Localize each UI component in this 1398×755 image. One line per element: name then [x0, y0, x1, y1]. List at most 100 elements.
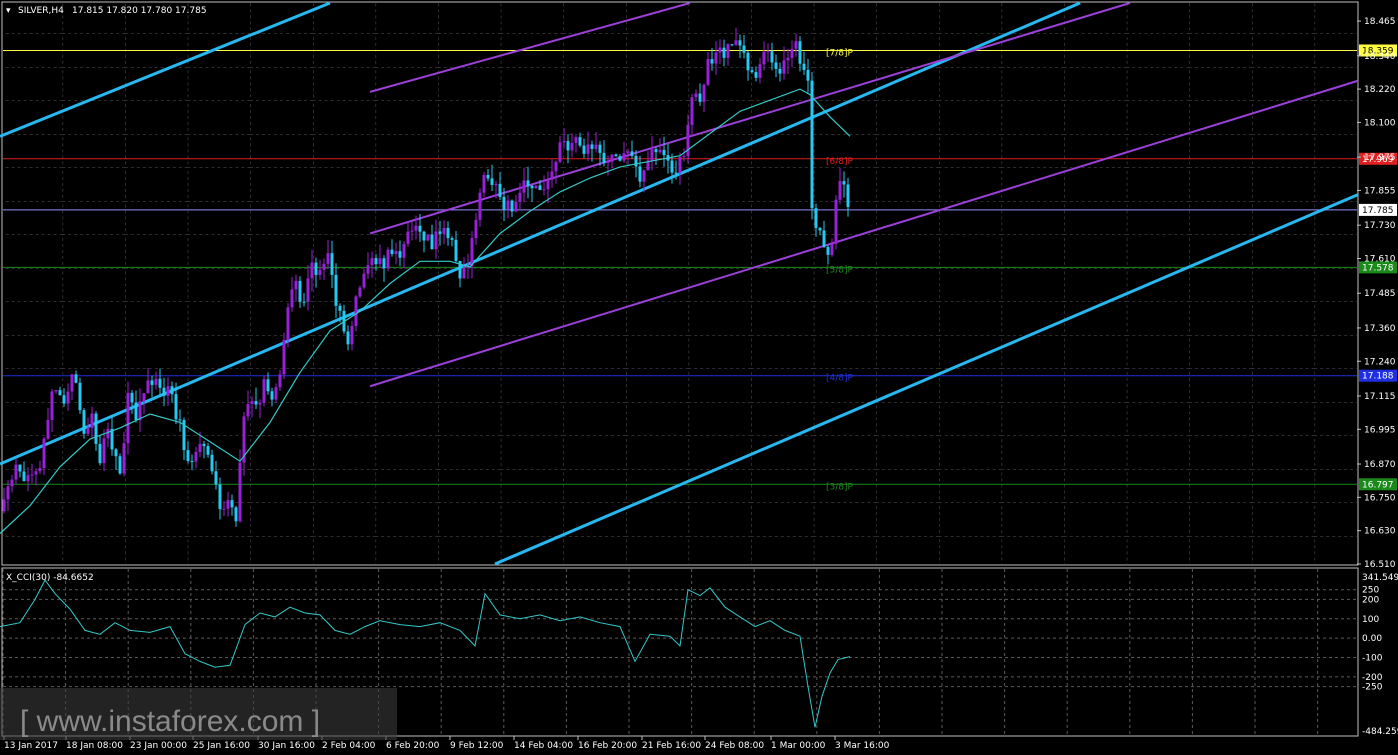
candle-body [638, 166, 642, 182]
candle-body [162, 387, 166, 396]
candle-body [778, 68, 782, 74]
candle-body [474, 219, 478, 239]
time-tick-label: 6 Feb 20:00 [386, 741, 440, 751]
candle-body [326, 253, 330, 264]
candle-body [454, 239, 458, 261]
indicator-tick-label: 250 [1362, 586, 1379, 596]
time-tick-label: 14 Feb 04:00 [514, 741, 573, 751]
current-price-label: 17.785 [1362, 206, 1394, 216]
candle-body [590, 144, 594, 149]
candle-body [346, 331, 350, 345]
candle-body [682, 155, 686, 158]
chart-window[interactable]: [7/8]P 18.359 [6/8]P 17.969 [5/8]P 17.578 [4/8… [0, 0, 1398, 755]
candle-body [522, 180, 526, 193]
candle-body [806, 69, 810, 81]
candle-body [630, 151, 634, 156]
price-tick-label: 16.510 [1364, 560, 1396, 570]
candle-body [538, 185, 542, 191]
time-tick-label: 25 Jan 16:00 [193, 741, 250, 751]
candle-body [690, 97, 694, 125]
candle-body [374, 258, 378, 265]
candle-body [130, 392, 134, 403]
candle-body [14, 464, 18, 480]
candle-body [266, 379, 270, 392]
candle-body [246, 404, 250, 417]
candle-body [634, 155, 638, 167]
candle-body [222, 508, 226, 510]
candle-body [450, 238, 454, 240]
candle-body [782, 60, 786, 74]
level-price-label: 17.578 [1362, 263, 1394, 273]
level-name: [6/8]P [826, 157, 854, 167]
candle-body [146, 380, 150, 394]
candle-body [226, 500, 230, 509]
candle-body [26, 475, 30, 482]
candle-body [586, 144, 590, 154]
candle-body [722, 47, 726, 58]
candle-body [610, 154, 614, 162]
candle-body [498, 183, 502, 197]
candle-body [622, 153, 626, 161]
ohlc-values: 17.815 17.820 17.780 17.785 [72, 6, 207, 16]
candle-body [502, 196, 506, 210]
candle-body [842, 181, 846, 185]
candle-body [426, 234, 430, 241]
candle-body [746, 52, 750, 71]
candle-body [94, 413, 98, 444]
candle-body [578, 137, 582, 146]
candle-body [378, 258, 382, 265]
candle-body [274, 387, 278, 400]
candle-body [186, 450, 190, 462]
candle-body [282, 340, 286, 375]
candle-body [366, 265, 370, 274]
indicator-tick-label: -200 [1362, 673, 1383, 683]
chart-canvas[interactable]: [7/8]P 18.359[6/8]P 17.969[5/8]P 17.578[4/8… [0, 0, 1398, 755]
candle-body [318, 269, 322, 275]
candle-body [826, 246, 830, 255]
time-tick-label: 23 Jan 00:00 [130, 741, 187, 751]
candle-body [546, 179, 550, 190]
candle-body [90, 413, 94, 428]
indicator-label: X_CCI(30) -84.6652 [6, 573, 94, 583]
candle-body [106, 428, 110, 439]
candle-body [38, 467, 42, 472]
indicator-tick-label: -250 [1362, 683, 1383, 693]
candle-body [726, 44, 730, 58]
price-tick-label: 17.485 [1364, 289, 1396, 299]
candle-body [254, 401, 258, 405]
candle-body [422, 231, 426, 241]
candle-body [370, 258, 374, 266]
time-tick-label: 30 Jan 16:00 [258, 741, 315, 751]
price-tick-label: 17.610 [1364, 255, 1396, 265]
time-tick-label: 9 Feb 12:00 [450, 741, 504, 751]
candle-body [330, 253, 334, 275]
price-tick-label: 17.855 [1364, 186, 1396, 196]
candle-body [74, 374, 78, 383]
candle-body [554, 161, 558, 172]
candle-body [190, 461, 194, 463]
candle-body [30, 474, 34, 476]
candle-body [794, 41, 798, 49]
candle-body [770, 51, 774, 63]
candle-body [298, 280, 302, 302]
price-tick-label: 17.115 [1364, 392, 1396, 402]
candle-body [390, 249, 394, 255]
candle-body [674, 172, 678, 174]
candle-body [42, 438, 46, 468]
watermark-text: [ www.instaforex.com ] [20, 705, 320, 738]
candle-body [110, 428, 114, 450]
time-tick-label: 13 Jan 2017 [4, 741, 58, 751]
candle-body [702, 84, 706, 102]
candle-body [202, 443, 206, 447]
candle-body [142, 393, 146, 402]
candle-body [158, 378, 162, 388]
candle-body [818, 228, 822, 231]
candle-body [322, 263, 326, 270]
candle-body [250, 401, 254, 405]
candle-body [570, 142, 574, 151]
candle-body [34, 471, 38, 475]
candle-body [70, 374, 74, 392]
candle-body [170, 386, 174, 395]
candle-body [126, 392, 130, 444]
candle-body [174, 394, 178, 420]
